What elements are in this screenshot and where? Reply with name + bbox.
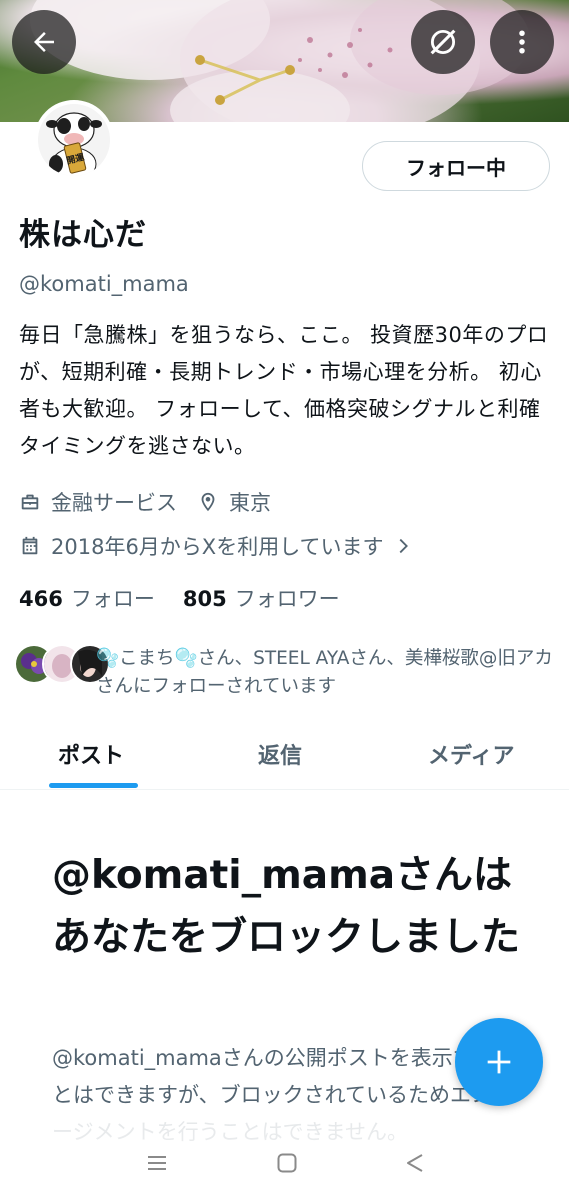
- location-pin-icon: [201, 492, 215, 512]
- profile-meta-row: 金融サービス 東京: [19, 487, 271, 517]
- recent-apps-icon: [148, 1156, 166, 1170]
- profile-display-name: 株は心だ: [19, 217, 147, 253]
- followers-label: フォロワー: [234, 587, 340, 611]
- followers-count: 805: [182, 587, 227, 611]
- profile-joined-date: 2018年6月からXを利用しています: [51, 535, 384, 559]
- profile-tabs: ポスト 返信 メディア: [0, 716, 569, 790]
- more-options-button[interactable]: [490, 10, 554, 74]
- plus-icon: [487, 1050, 511, 1074]
- profile-joined-row[interactable]: 2018年6月からXを利用しています: [19, 531, 414, 561]
- profile-avatar[interactable]: 開運: [34, 100, 114, 180]
- following-button[interactable]: フォロー中: [362, 141, 550, 191]
- system-back-button[interactable]: [404, 1152, 426, 1178]
- following-count: 466: [19, 587, 63, 611]
- compose-post-button[interactable]: [455, 1018, 543, 1106]
- recent-apps-button[interactable]: [146, 1152, 168, 1178]
- tab-replies[interactable]: 返信: [258, 738, 302, 770]
- home-button[interactable]: [276, 1152, 298, 1178]
- back-triangle-icon: [407, 1154, 423, 1172]
- system-navigation-bar: [0, 1120, 569, 1200]
- followed-by-text[interactable]: 🫧こまち🫧さん、STEEL AYAさん、美樺桜歌@旧アカさんにフォローされていま…: [96, 645, 556, 701]
- chevron-right-icon: [399, 538, 408, 554]
- briefcase-icon: [21, 494, 39, 510]
- profile-handle: @komati_mama: [19, 272, 189, 296]
- followers-count-link[interactable]: 805 フォロワー: [183, 583, 340, 613]
- cow-mascot-avatar-image: 開運: [38, 104, 110, 176]
- back-button[interactable]: [12, 10, 76, 74]
- profile-category: 金融サービス: [51, 491, 177, 515]
- grok-button[interactable]: [411, 10, 475, 74]
- tab-posts[interactable]: ポスト: [58, 738, 124, 770]
- calendar-icon: [22, 536, 38, 555]
- arrow-left-icon: [34, 32, 54, 52]
- follow-counts: 466 フォロー 805 フォロワー: [19, 583, 368, 613]
- home-icon: [277, 1153, 297, 1173]
- more-vertical-icon: [519, 30, 525, 54]
- active-tab-indicator: [49, 783, 138, 788]
- following-label: フォロー: [70, 587, 155, 611]
- profile-bio: 毎日「急騰株」を狙うなら、ここ。 投資歴30年のプロが、短期利確・長期トレンド・…: [19, 323, 549, 458]
- blocked-notice-title: @komati_mamaさんはあなたをブロックしました: [52, 853, 521, 960]
- profile-location: 東京: [229, 491, 271, 515]
- grok-icon: [430, 29, 456, 55]
- tab-media[interactable]: メディア: [428, 738, 514, 770]
- following-count-link[interactable]: 466 フォロー: [19, 583, 155, 613]
